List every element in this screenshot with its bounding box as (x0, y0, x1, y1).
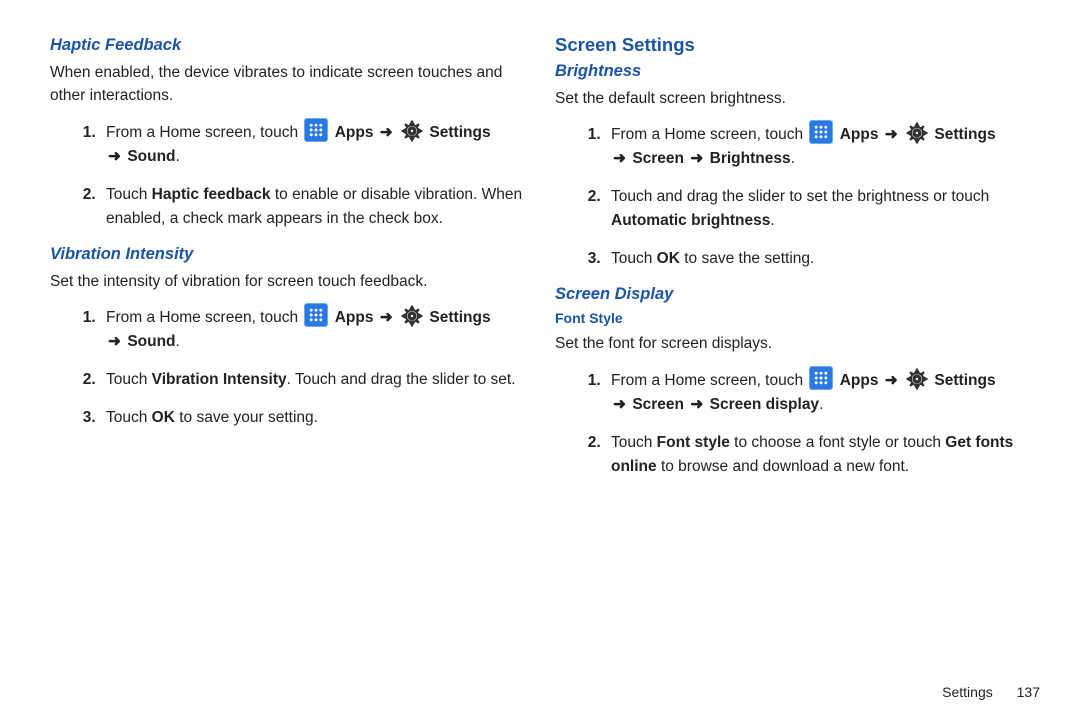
arrow-icon: ➜ (883, 372, 900, 389)
arrow-icon: ➜ (883, 126, 900, 143)
right-column: Screen Settings Brightness Set the defau… (540, 30, 1045, 650)
footer-section: Settings (942, 684, 993, 700)
brightness-step-3: Touch OK to save the setting. (605, 247, 1030, 271)
arrow-icon: ➜ (611, 396, 628, 413)
apps-icon (809, 366, 833, 390)
heading-font-style: Font Style (555, 310, 1030, 326)
footer-page-number: 137 (1017, 684, 1040, 700)
vib-step-1: From a Home screen, touch Apps ➜ Setting… (100, 303, 525, 354)
arrow-icon: ➜ (688, 396, 705, 413)
settings-icon (401, 120, 423, 142)
heading-haptic: Haptic Feedback (50, 36, 525, 55)
vib-intro: Set the intensity of vibration for scree… (50, 270, 525, 293)
apps-icon (304, 303, 328, 327)
heading-screen-display: Screen Display (555, 285, 1030, 304)
haptic-intro: When enabled, the device vibrates to ind… (50, 61, 525, 108)
page-footer: Settings 137 (942, 684, 1040, 700)
settings-icon (401, 305, 423, 327)
apps-icon (304, 118, 328, 142)
fontstyle-step-1: From a Home screen, touch Apps ➜ Setting… (605, 366, 1030, 417)
arrow-icon: ➜ (106, 333, 123, 350)
vib-step-3: Touch OK to save your setting. (100, 406, 525, 430)
left-column: Haptic Feedback When enabled, the device… (35, 30, 540, 650)
heading-screen-settings: Screen Settings (555, 34, 1030, 56)
haptic-step-1: From a Home screen, touch Apps ➜ Setting… (100, 118, 525, 169)
arrow-icon: ➜ (611, 150, 628, 167)
arrow-icon: ➜ (106, 148, 123, 165)
heading-brightness: Brightness (555, 62, 1030, 81)
settings-icon (906, 368, 928, 390)
haptic-step-2: Touch Haptic feedback to enable or disab… (100, 183, 525, 231)
arrow-icon: ➜ (378, 309, 395, 326)
heading-vibration: Vibration Intensity (50, 245, 525, 264)
brightness-intro: Set the default screen brightness. (555, 87, 1030, 110)
arrow-icon: ➜ (688, 150, 705, 167)
brightness-step-2: Touch and drag the slider to set the bri… (605, 185, 1030, 233)
settings-icon (906, 122, 928, 144)
fontstyle-step-2: Touch Font style to choose a font style … (605, 431, 1030, 479)
vib-step-2: Touch Vibration Intensity. Touch and dra… (100, 368, 525, 392)
arrow-icon: ➜ (378, 124, 395, 141)
fontstyle-intro: Set the font for screen displays. (555, 332, 1030, 355)
apps-icon (809, 120, 833, 144)
brightness-step-1: From a Home screen, touch Apps ➜ Setting… (605, 120, 1030, 171)
